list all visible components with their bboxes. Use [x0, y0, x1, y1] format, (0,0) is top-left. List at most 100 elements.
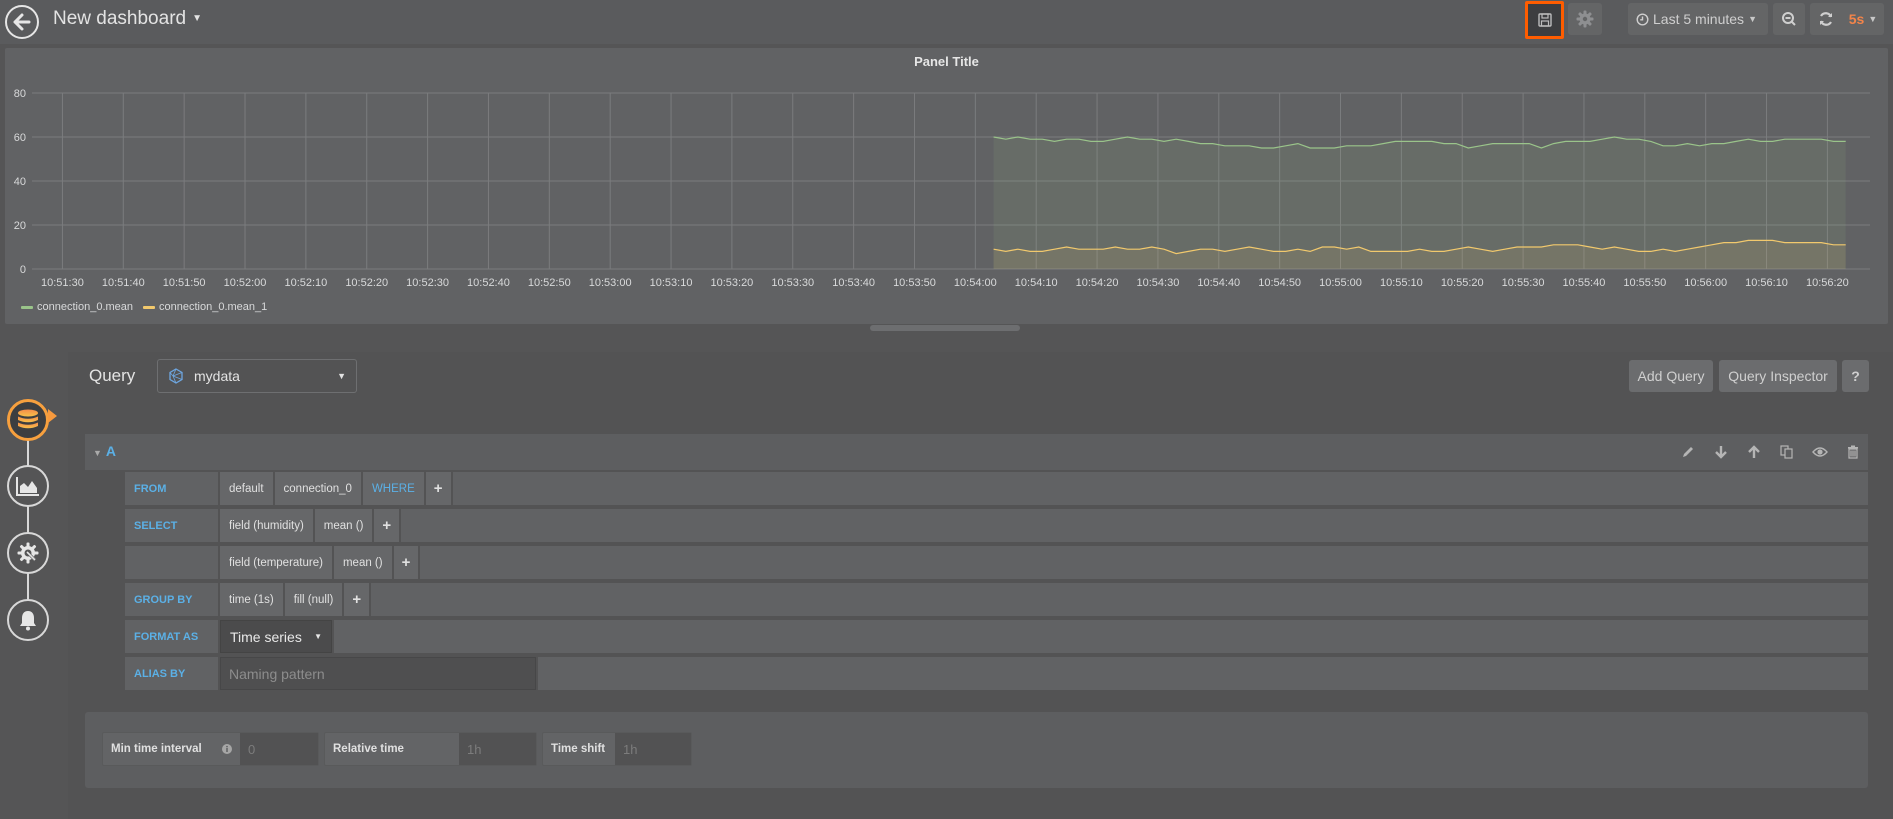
- format-as-select[interactable]: Time series ▼: [220, 620, 332, 653]
- x-tick-label: 10:52:40: [467, 277, 510, 289]
- query-inspector-button[interactable]: Query Inspector: [1719, 360, 1837, 392]
- row-filler: [401, 509, 1868, 542]
- move-up-button[interactable]: [1744, 443, 1763, 461]
- select-label: SELECT: [125, 509, 218, 542]
- alias-by-input[interactable]: [220, 657, 536, 690]
- database-icon: [18, 409, 38, 429]
- x-tick-label: 10:53:00: [589, 277, 632, 289]
- panel-resize-handle[interactable]: [870, 325, 1020, 331]
- aggregation-segment[interactable]: mean (): [314, 509, 373, 542]
- x-tick-label: 10:54:10: [1015, 277, 1058, 289]
- where-label: WHERE: [362, 472, 424, 505]
- field-segment[interactable]: field (humidity): [220, 509, 313, 542]
- x-tick-label: 10:52:30: [406, 277, 449, 289]
- query-options: Min time interval Relative time Time shi…: [85, 712, 1868, 788]
- measurement-segment[interactable]: connection_0: [274, 472, 361, 505]
- time-range-label: Last 5 minutes: [1653, 11, 1745, 27]
- y-tick-label: 40: [14, 176, 26, 188]
- save-dashboard-button[interactable]: [1525, 1, 1564, 39]
- edit-raw-button[interactable]: [1678, 443, 1697, 461]
- x-tick-label: 10:56:20: [1806, 277, 1849, 289]
- format-as-row: FORMAT AS Time series ▼: [125, 618, 1868, 655]
- toggle-visibility-button[interactable]: [1810, 443, 1829, 461]
- dashboard-title: New dashboard: [53, 8, 187, 29]
- relative-time-group: Relative time: [324, 732, 537, 766]
- row-filler: [371, 583, 1868, 616]
- legend-item-mean-1[interactable]: connection_0.mean_1: [143, 301, 267, 313]
- add-select-part-button[interactable]: +: [393, 546, 419, 579]
- clock-icon: [1636, 12, 1649, 26]
- x-tick-label: 10:53:30: [771, 277, 814, 289]
- query-section-title: Query: [89, 366, 136, 385]
- rail-step-queries[interactable]: [7, 399, 49, 441]
- x-tick-label: 10:51:40: [102, 277, 145, 289]
- wrench-gear-icon: [17, 542, 39, 564]
- add-where-button[interactable]: +: [425, 472, 451, 505]
- caret-down-icon: ▼: [314, 632, 322, 641]
- datasource-picker[interactable]: mydata ▼: [157, 359, 357, 393]
- gear-icon: [1576, 10, 1594, 28]
- dashboard-title-dropdown[interactable]: New dashboard ▼: [53, 8, 202, 30]
- trash-icon: [1847, 445, 1858, 459]
- relative-time-label: Relative time: [333, 743, 404, 755]
- min-interval-input[interactable]: [240, 733, 318, 765]
- select-row: SELECT field (humidity) mean () +: [125, 507, 1868, 544]
- from-label: FROM: [125, 472, 218, 505]
- refresh-icon: [1819, 12, 1833, 26]
- retention-policy-segment[interactable]: default: [220, 472, 273, 505]
- aggregation-segment[interactable]: mean (): [333, 546, 392, 579]
- refresh-interval-label: 5s: [1848, 11, 1865, 27]
- legend-item-mean[interactable]: connection_0.mean: [21, 301, 133, 313]
- pencil-icon: [1682, 447, 1693, 457]
- refresh-interval-picker[interactable]: 5s ▼: [1842, 3, 1884, 35]
- x-tick-label: 10:55:30: [1502, 277, 1545, 289]
- time-shift-input[interactable]: [615, 733, 691, 765]
- x-tick-label: 10:51:30: [41, 277, 84, 289]
- add-query-button[interactable]: Add Query: [1629, 360, 1713, 392]
- query-toggle[interactable]: ▼ A: [93, 443, 116, 459]
- duplicate-button[interactable]: [1777, 443, 1796, 461]
- remove-query-button[interactable]: [1843, 443, 1862, 461]
- back-button[interactable]: [5, 5, 39, 39]
- row-filler: [420, 546, 1868, 579]
- time-range-picker[interactable]: Last 5 minutes ▼: [1628, 3, 1768, 35]
- query-letter: A: [105, 443, 117, 459]
- x-tick-label: 10:53:10: [650, 277, 693, 289]
- rail-step-visualization[interactable]: [7, 465, 49, 507]
- legend-label: connection_0.mean: [37, 301, 134, 313]
- fill-segment[interactable]: fill (null): [284, 583, 343, 616]
- dashboard-settings-button[interactable]: [1568, 3, 1602, 35]
- eye-icon: [1811, 447, 1828, 457]
- add-select-part-button[interactable]: +: [374, 509, 400, 542]
- info-icon[interactable]: [222, 744, 232, 754]
- zoom-out-button[interactable]: [1773, 3, 1805, 35]
- save-icon: [1537, 13, 1552, 27]
- group-by-time-segment[interactable]: time (1s): [220, 583, 283, 616]
- select-label-empty: [125, 546, 218, 579]
- area-chart-icon: [16, 477, 39, 496]
- x-tick-label: 10:52:20: [345, 277, 388, 289]
- move-down-button[interactable]: [1711, 443, 1730, 461]
- copy-icon: [1779, 445, 1793, 459]
- help-button[interactable]: ?: [1842, 360, 1869, 392]
- query-editor: Query mydata ▼ Add Query Query Inspector…: [68, 352, 1893, 819]
- x-tick-label: 10:53:50: [893, 277, 936, 289]
- refresh-button[interactable]: [1810, 3, 1842, 35]
- rail-connector: [27, 435, 29, 625]
- rail-step-alert[interactable]: [7, 599, 49, 641]
- relative-time-input[interactable]: [459, 733, 536, 765]
- x-tick-label: 10:55:50: [1623, 277, 1666, 289]
- query-actions: [1678, 443, 1862, 461]
- influxdb-icon: [169, 368, 183, 384]
- rail-step-general[interactable]: [7, 532, 49, 574]
- field-segment[interactable]: field (temperature): [220, 546, 332, 579]
- datasource-name: mydata: [194, 368, 240, 384]
- arrow-left-icon: [13, 13, 31, 31]
- format-as-label: FORMAT AS: [125, 620, 218, 653]
- x-tick-label: 10:51:50: [163, 277, 206, 289]
- arrow-down-icon: [1714, 446, 1727, 459]
- chart-legend: connection_0.mean connection_0.mean_1: [21, 301, 267, 313]
- x-tick-label: 10:55:20: [1441, 277, 1484, 289]
- x-tick-label: 10:56:10: [1745, 277, 1788, 289]
- add-group-by-button[interactable]: +: [344, 583, 370, 616]
